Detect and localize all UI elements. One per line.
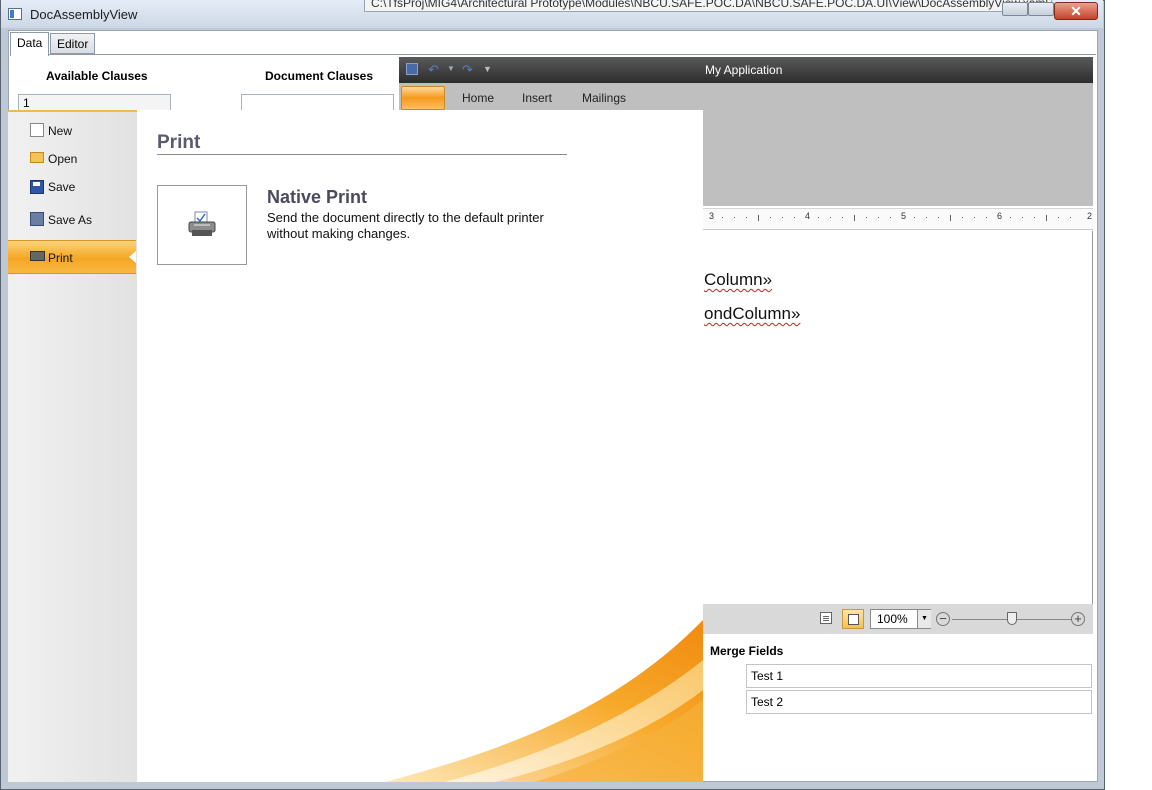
ruler-dot bbox=[830, 217, 831, 218]
undo-dropdown-icon[interactable]: ▼ bbox=[447, 64, 455, 73]
ruler-tick bbox=[758, 215, 759, 221]
ruler-dot bbox=[914, 217, 915, 218]
window-title: DocAssemblyView bbox=[30, 7, 138, 22]
ruler-dot bbox=[878, 217, 879, 218]
selected-pointer-icon bbox=[129, 251, 136, 263]
zoom-dropdown-icon[interactable]: ▼ bbox=[917, 610, 931, 628]
file-path-tooltip: C:\TfsProj\MIG4\Architectural Prototype\… bbox=[364, 0, 1052, 12]
decorative-swoosh bbox=[385, 620, 703, 782]
ruler-number: 2 bbox=[1087, 211, 1093, 221]
native-print-title: Native Print bbox=[267, 187, 368, 207]
menu-item-label: Save As bbox=[48, 213, 93, 227]
menu-item-label: Save bbox=[48, 180, 76, 194]
merge-field-item[interactable]: Test 2 bbox=[746, 690, 1092, 714]
ruler-dot bbox=[938, 217, 939, 218]
tab-strip-divider bbox=[10, 54, 1096, 55]
document-clauses-header: Document Clauses bbox=[265, 69, 374, 83]
maximize-button[interactable] bbox=[1028, 2, 1054, 16]
menu-item-label: Print bbox=[48, 251, 73, 265]
ruler-dot bbox=[794, 217, 795, 218]
menu-item-label: Open bbox=[48, 152, 78, 166]
tab-data[interactable]: Data bbox=[10, 32, 50, 56]
printer-icon bbox=[30, 251, 45, 261]
ruler-dot bbox=[818, 217, 819, 218]
tab-editor[interactable]: Editor bbox=[50, 33, 96, 54]
native-printer-icon bbox=[188, 211, 216, 236]
menu-item-label: New bbox=[48, 124, 73, 138]
merge-fields-header: Merge Fields bbox=[710, 644, 784, 658]
save-as-icon bbox=[30, 212, 44, 226]
ruler-number: 4 bbox=[805, 211, 811, 221]
ruler-dot bbox=[962, 217, 963, 218]
ribbon-tab-insert[interactable]: Insert bbox=[522, 91, 552, 105]
merge-field-item[interactable]: Test 1 bbox=[746, 664, 1092, 688]
ruler-dot bbox=[770, 217, 771, 218]
ruler-dot bbox=[782, 217, 783, 218]
ruler-dot bbox=[974, 217, 975, 218]
ruler-dot bbox=[722, 217, 723, 218]
print-panel-title: Print bbox=[157, 132, 201, 153]
save-disk-icon bbox=[30, 180, 44, 194]
ruler-number: 3 bbox=[709, 211, 715, 221]
editor-app-title: My Application bbox=[705, 63, 783, 77]
ruler-dot bbox=[746, 217, 747, 218]
ruler-dot bbox=[1022, 217, 1023, 218]
ruler-dot bbox=[926, 217, 927, 218]
zoom-in-icon[interactable]: + bbox=[1071, 612, 1085, 626]
open-folder-icon bbox=[30, 152, 44, 163]
ruler-dot bbox=[1070, 217, 1071, 218]
merge-field-text[interactable]: ondColumn» bbox=[704, 304, 800, 324]
merge-field-text[interactable]: Column» bbox=[704, 270, 772, 290]
zoom-out-icon[interactable]: − bbox=[936, 612, 950, 626]
ruler-tick bbox=[950, 215, 951, 221]
ruler-dot bbox=[986, 217, 987, 218]
ribbon-tab-bar bbox=[399, 83, 1093, 111]
ruler-number: 5 bbox=[901, 211, 907, 221]
native-print-description: Send the document directly to the defaul… bbox=[267, 210, 544, 241]
application-menu-button[interactable] bbox=[401, 86, 445, 110]
horizontal-ruler[interactable] bbox=[703, 208, 1093, 230]
undo-icon[interactable]: ↶ bbox=[428, 62, 439, 78]
draft-view-icon[interactable] bbox=[820, 612, 832, 624]
ruler-number: 6 bbox=[997, 211, 1003, 221]
redo-icon[interactable]: ↷ bbox=[462, 62, 473, 78]
ruler-dot bbox=[1010, 217, 1011, 218]
ruler-dot bbox=[842, 217, 843, 218]
close-button[interactable]: ✕ bbox=[1054, 2, 1098, 20]
ribbon-tab-home[interactable]: Home bbox=[462, 91, 494, 105]
ruler-dot bbox=[734, 217, 735, 218]
ruler-tick bbox=[1046, 215, 1047, 221]
available-clauses-header: Available Clauses bbox=[46, 69, 148, 83]
quick-save-icon[interactable] bbox=[406, 63, 418, 75]
zoom-slider-thumb[interactable] bbox=[1007, 612, 1017, 625]
title-divider bbox=[157, 154, 567, 155]
ruler-dot bbox=[890, 217, 891, 218]
print-layout-view-icon[interactable] bbox=[842, 609, 864, 629]
ruler-dot bbox=[866, 217, 867, 218]
ribbon-tab-mailings[interactable]: Mailings bbox=[582, 91, 626, 105]
quick-access-dropdown-icon[interactable]: ▼ bbox=[483, 64, 492, 74]
app-window-icon bbox=[8, 8, 22, 20]
new-document-icon bbox=[30, 123, 44, 137]
minimize-button[interactable] bbox=[1002, 2, 1028, 16]
ruler-tick bbox=[854, 215, 855, 221]
ruler-dot bbox=[1058, 217, 1059, 218]
ruler-dot bbox=[1034, 217, 1035, 218]
